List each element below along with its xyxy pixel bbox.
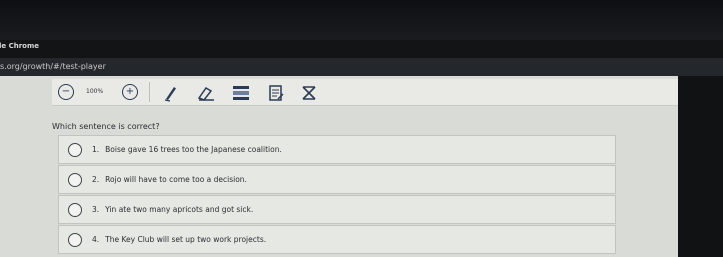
question-prompt: Which sentence is correct? xyxy=(52,122,160,131)
browser-title-bar xyxy=(0,0,723,40)
zoom-level: 100% xyxy=(86,88,104,95)
radio-button[interactable] xyxy=(68,232,82,247)
address-bar-url[interactable]: s.org/growth/#/test-player xyxy=(0,62,106,71)
zoom-out-icon[interactable]: − xyxy=(58,84,74,100)
answer-choice-4[interactable]: 4. The Key Club will set up two work proj… xyxy=(58,225,616,254)
answer-eliminator-icon[interactable] xyxy=(298,84,320,102)
choice-label: 4. The Key Club will set up two work proj… xyxy=(92,235,267,244)
radio-button[interactable] xyxy=(68,202,82,217)
address-bar[interactable] xyxy=(0,58,723,76)
radio-button[interactable] xyxy=(68,172,82,187)
answer-choice-2[interactable]: 2. Rojo will have to come too a decision. xyxy=(58,165,616,194)
answer-choice-1[interactable]: 1. Boise gave 16 trees too the Japanese c… xyxy=(58,135,616,164)
zoom-in-icon[interactable]: + xyxy=(122,84,138,100)
radio-button[interactable] xyxy=(68,142,82,157)
answer-choice-3[interactable]: 3. Yin ate two many apricots and got sick… xyxy=(58,195,616,224)
choice-label: 1. Boise gave 16 trees too the Japanese c… xyxy=(92,145,282,154)
eraser-icon[interactable] xyxy=(195,84,217,102)
answer-choices: 1. Boise gave 16 trees too the Japanese c… xyxy=(58,135,616,255)
test-toolbar xyxy=(52,79,678,106)
window-title: gle Chrome xyxy=(0,42,40,50)
choice-label: 3. Yin ate two many apricots and got sick… xyxy=(92,205,254,214)
notepad-icon[interactable] xyxy=(265,84,287,102)
choice-label: 2. Rojo will have to come too a decision. xyxy=(92,175,247,184)
toolbar-divider xyxy=(149,82,150,102)
pencil-icon[interactable] xyxy=(160,84,182,102)
screen-edge xyxy=(678,76,723,257)
highlighter-icon[interactable] xyxy=(230,84,252,102)
